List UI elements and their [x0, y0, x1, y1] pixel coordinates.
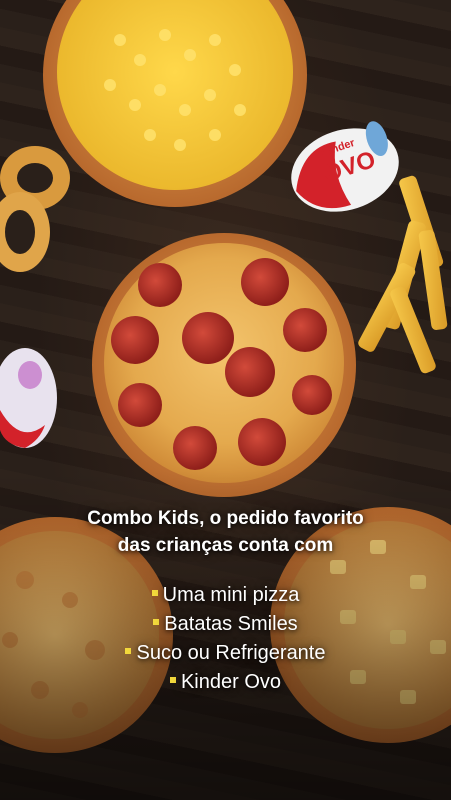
headline-line-1: Combo Kids, o pedido favorito: [87, 508, 364, 529]
list-item-label: Kinder Ovo: [180, 671, 282, 693]
yellow-square-bullet-icon: [153, 619, 160, 625]
headline-line-2: das crianças conta com: [117, 535, 334, 556]
list-item-label: Uma mini pizza: [162, 584, 300, 606]
onion-rings-image: [0, 146, 70, 272]
list-item: Batatas Smiles: [0, 610, 451, 639]
yellow-square-bullet-icon: [169, 677, 176, 683]
corn-pizza-image: [43, 0, 307, 207]
yellow-square-bullet-icon: [151, 590, 158, 596]
promo-caption: Combo Kids, o pedido favorito das crianç…: [0, 505, 451, 697]
list-item: Kinder Ovo: [0, 668, 451, 697]
combo-items-list: Uma mini pizza Batatas Smiles Suco ou Re…: [0, 581, 451, 697]
list-item-label: Batatas Smiles: [164, 613, 298, 635]
pepperoni-pizza-image: [92, 233, 356, 497]
yellow-square-bullet-icon: [125, 648, 132, 654]
list-item: Uma mini pizza: [0, 581, 451, 610]
story-screen: Kinder OVO Combo Kids, o pedido favorito…: [0, 0, 451, 800]
list-item: Suco ou Refrigerante: [0, 639, 451, 668]
kinder-egg-left-image: [0, 348, 57, 448]
promo-headline: Combo Kids, o pedido favorito das crianç…: [0, 505, 451, 559]
list-item-label: Suco ou Refrigerante: [136, 642, 326, 664]
kinder-egg-image: Kinder OVO: [291, 121, 399, 212]
fries-image: [358, 175, 448, 374]
